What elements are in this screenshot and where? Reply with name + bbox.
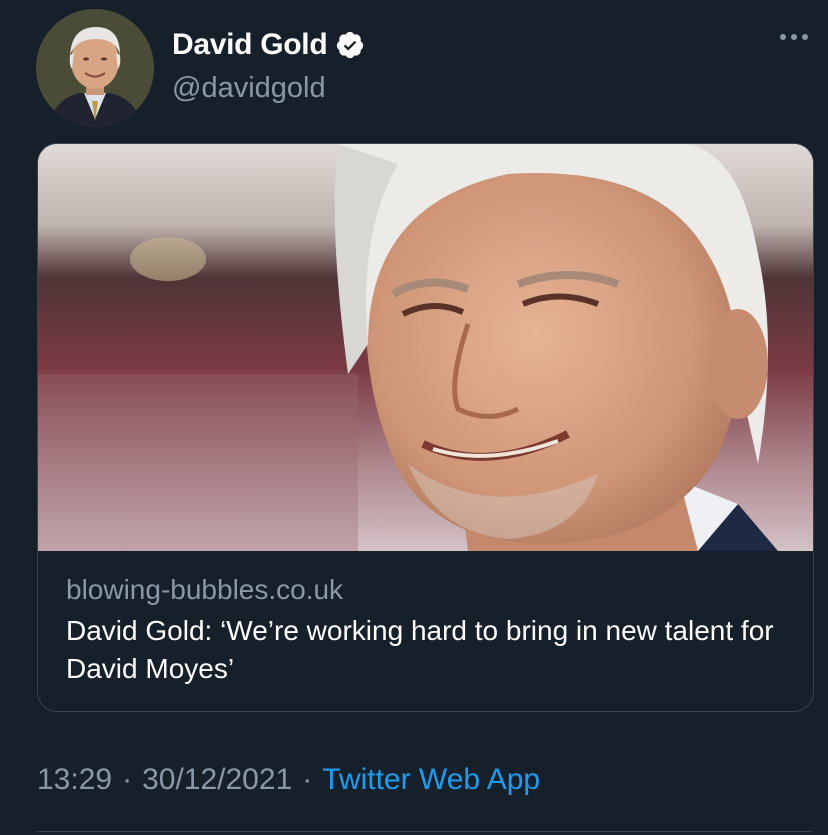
avatar-photo-icon [36, 9, 154, 127]
more-options-icon[interactable] [780, 34, 808, 40]
link-card[interactable]: blowing-bubbles.co.uk David Gold: ‘We’re… [37, 143, 814, 712]
tweet-date[interactable]: 30/12/2021 [142, 763, 292, 797]
divider [37, 831, 812, 832]
author-handle[interactable]: @davidgold [172, 72, 326, 105]
card-text: blowing-bubbles.co.uk David Gold: ‘We’re… [66, 572, 785, 688]
tweet-time[interactable]: 13:29 [37, 763, 112, 797]
card-domain: blowing-bubbles.co.uk [66, 574, 344, 605]
author-name-row[interactable]: David Gold [172, 28, 365, 62]
avatar[interactable] [36, 9, 154, 127]
meta-separator: · [122, 763, 133, 796]
author-display-name[interactable]: David Gold [172, 28, 328, 62]
card-title[interactable]: David Gold: ‘We’re working hard to bring… [66, 612, 785, 688]
card-image [38, 144, 813, 551]
portrait-photo-icon [38, 144, 813, 551]
meta-separator: · [302, 763, 313, 796]
verified-badge-icon [335, 30, 365, 60]
tweet-source-link[interactable]: Twitter Web App [322, 763, 540, 797]
tweet: David Gold @davidgold blowing-bubbles.co… [0, 0, 828, 835]
tweet-meta: 13:29 · 30/12/2021 · Twitter Web App [37, 763, 540, 797]
